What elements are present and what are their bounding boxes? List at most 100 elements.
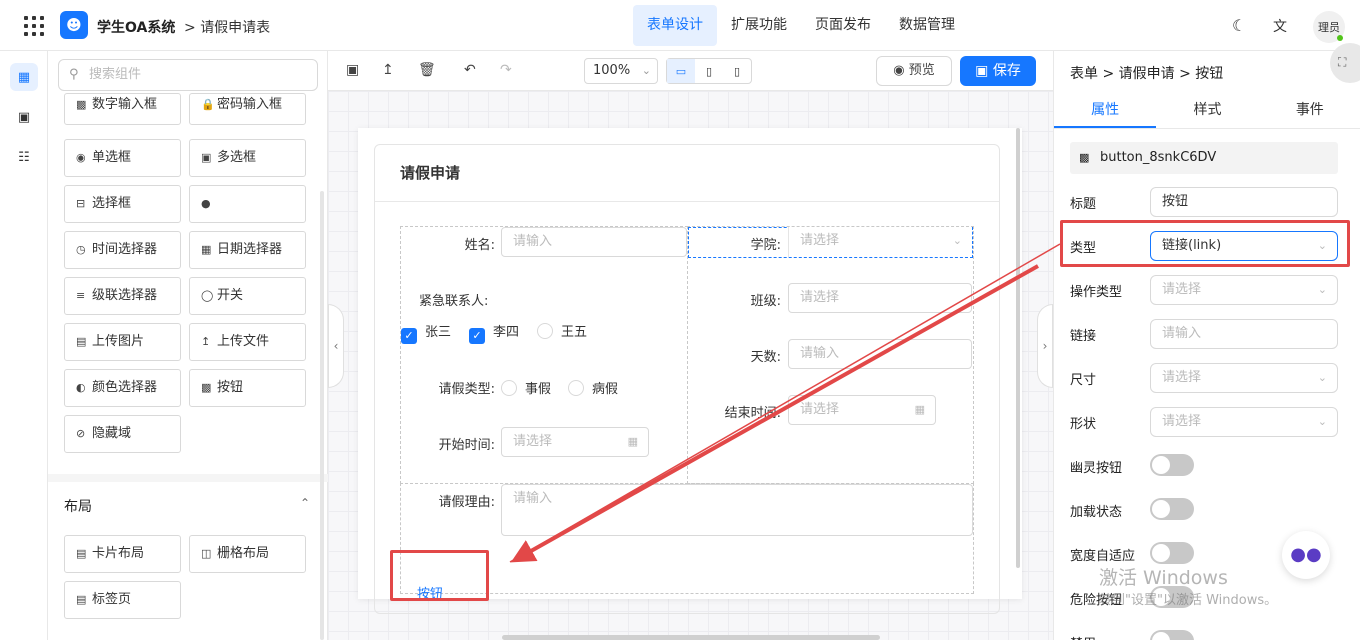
tab-attributes[interactable]: 属性: [1054, 91, 1157, 128]
college-select[interactable]: 请选择 ⌄: [788, 227, 972, 257]
calendar-icon: ▦: [201, 243, 212, 256]
app-grid-icon[interactable]: [24, 16, 44, 36]
moon-icon[interactable]: ☾: [1232, 16, 1246, 35]
ghost-toggle[interactable]: [1150, 454, 1194, 476]
disabled-toggle[interactable]: [1150, 630, 1194, 640]
scrollbar[interactable]: [1016, 128, 1020, 568]
checkbox-icon: ▣: [201, 151, 212, 164]
import-icon[interactable]: ↥: [382, 62, 394, 78]
form-card[interactable]: 请假申请 姓名: 请输入 学院: 请选择 ⌄ 紧急联系人: ✓ 张三 ✓ 李四 王五 …: [374, 144, 1000, 614]
mobile-icon[interactable]: ▯: [723, 59, 751, 83]
chatbot-icon[interactable]: ●●: [1282, 531, 1330, 579]
watermark-subtitle: 转到"设置"以激活 Windows。: [1099, 593, 1278, 608]
comp-number-input[interactable]: ▩ 数字输入框: [64, 93, 181, 125]
fullscreen-icon[interactable]: ⛶: [1330, 43, 1360, 83]
comp-button[interactable]: ▩ 按钮: [189, 369, 306, 407]
horizontal-scrollbar[interactable]: [502, 635, 880, 640]
shape-select[interactable]: 请选择 ⌄: [1150, 407, 1338, 437]
preview-button[interactable]: ◉ 预览: [876, 56, 952, 86]
radio-icon: [501, 380, 517, 396]
undo-icon[interactable]: ↶: [464, 62, 476, 78]
comp-label: 开关: [217, 288, 244, 303]
prop-label: 标题: [1070, 197, 1097, 212]
form-paper: 请假申请 姓名: 请输入 学院: 请选择 ⌄ 紧急联系人: ✓ 张三 ✓ 李四 王五 …: [358, 128, 1022, 614]
emergency-option-2[interactable]: 王五: [537, 321, 587, 340]
tree-icon[interactable]: ☷: [10, 143, 38, 171]
end-time-picker[interactable]: 请选择 ▦: [788, 395, 936, 425]
collapse-left-button[interactable]: ‹: [328, 304, 344, 388]
action-type-select[interactable]: 请选择 ⌄: [1150, 275, 1338, 305]
comp-time-picker[interactable]: ◷ 时间选择器: [64, 231, 181, 269]
prop-link: 链接 请输入: [1070, 319, 1338, 349]
search-input[interactable]: ⚲ 搜索组件: [58, 59, 318, 91]
template-icon[interactable]: ▣: [10, 103, 38, 131]
comp-upload-file[interactable]: ↥ 上传文件: [189, 323, 306, 361]
emergency-option-0[interactable]: ✓ 张三: [401, 321, 451, 344]
tab-publish[interactable]: 页面发布: [801, 5, 885, 46]
breadcrumb[interactable]: > 请假申请表: [184, 17, 270, 37]
days-input[interactable]: 请输入: [788, 339, 972, 369]
option-label: 张三: [425, 325, 452, 340]
name-input[interactable]: 请输入: [501, 227, 687, 257]
size-select[interactable]: 请选择 ⌄: [1150, 363, 1338, 393]
comp-checkbox[interactable]: ▣ 多选框: [189, 139, 306, 177]
desktop-icon[interactable]: ▭: [667, 59, 695, 83]
link-input[interactable]: 请输入: [1150, 319, 1338, 349]
comp-label: 日期选择器: [217, 242, 283, 257]
redo-icon[interactable]: ↷: [500, 62, 512, 78]
comp-cascader[interactable]: ≡ 级联选择器: [64, 277, 181, 315]
main-nav: 表单设计 扩展功能 页面发布 数据管理: [633, 5, 969, 46]
start-time-picker[interactable]: 请选择 ▦: [501, 427, 649, 457]
prop-label: 链接: [1070, 329, 1097, 344]
chevron-up-icon[interactable]: ⌃: [300, 496, 310, 510]
class-select[interactable]: 请选择: [788, 283, 972, 313]
tab-data-management[interactable]: 数据管理: [885, 5, 969, 46]
card-icon: ▤: [76, 547, 87, 560]
comp-label: 上传文件: [217, 334, 270, 349]
save-button[interactable]: ▣ 保存: [960, 56, 1036, 86]
zoom-select[interactable]: 100% ⌄: [584, 58, 658, 84]
comp-tabs[interactable]: ▤ 标签页: [64, 581, 181, 619]
code-icon[interactable]: ▣: [346, 62, 359, 78]
comp-select[interactable]: ⊟ 选择框: [64, 185, 181, 223]
name-placeholder: 请输入: [513, 234, 553, 249]
comp-label: 按钮: [217, 380, 244, 395]
leave-type-option-1[interactable]: 病假: [568, 378, 618, 397]
end-time-placeholder: 请选择: [800, 402, 840, 417]
breadcrumb-page: 请假申请表: [200, 20, 271, 36]
title-input[interactable]: 按钮: [1150, 187, 1338, 217]
loading-toggle[interactable]: [1150, 498, 1194, 520]
grid-icon: ◫: [201, 547, 212, 560]
reason-textarea[interactable]: 请输入: [501, 484, 973, 536]
comp-radio[interactable]: ◉ 单选框: [64, 139, 181, 177]
comp-upload-image[interactable]: ▤ 上传图片: [64, 323, 181, 361]
comp-color-picker[interactable]: ◐ 颜色选择器: [64, 369, 181, 407]
avatar[interactable]: 理员: [1313, 11, 1345, 43]
button-icon: ▩: [1079, 151, 1090, 164]
block-toggle[interactable]: [1150, 542, 1194, 564]
collapse-right-button[interactable]: ›: [1037, 304, 1053, 388]
comp-password-input[interactable]: 🔒 密码输入框: [189, 93, 306, 125]
comp-card-layout[interactable]: ▤ 卡片布局: [64, 535, 181, 573]
property-tabs: 属性 样式 事件: [1054, 91, 1360, 129]
comp-slider[interactable]: ●—滑块: [189, 185, 306, 247]
comp-grid-layout[interactable]: ◫ 栅格布局: [189, 535, 306, 573]
components-icon[interactable]: ▦: [10, 63, 38, 91]
comp-switch[interactable]: ◯ 开关: [189, 277, 306, 315]
emergency-option-1[interactable]: ✓ 李四: [469, 321, 519, 344]
save-label: 保存: [992, 63, 1021, 79]
translate-icon[interactable]: 文: [1273, 16, 1287, 36]
tab-extensions[interactable]: 扩展功能: [717, 5, 801, 46]
leave-type-option-0[interactable]: 事假: [501, 378, 551, 397]
tab-styles[interactable]: 样式: [1156, 91, 1258, 128]
tab-events[interactable]: 事件: [1259, 91, 1360, 128]
tablet-icon[interactable]: ▯: [695, 59, 723, 83]
comp-date-picker[interactable]: ▦ 日期选择器: [189, 231, 306, 269]
prop-loading: 加载状态: [1070, 495, 1338, 525]
tab-form-design[interactable]: 表单设计: [633, 5, 717, 46]
delete-icon[interactable]: 🗑: [418, 62, 436, 78]
scrollbar[interactable]: [320, 191, 324, 640]
comp-hidden-field[interactable]: ⊘ 隐藏域: [64, 415, 181, 453]
name-label: 姓名:: [464, 238, 495, 253]
comp-label: 级联选择器: [92, 288, 158, 303]
